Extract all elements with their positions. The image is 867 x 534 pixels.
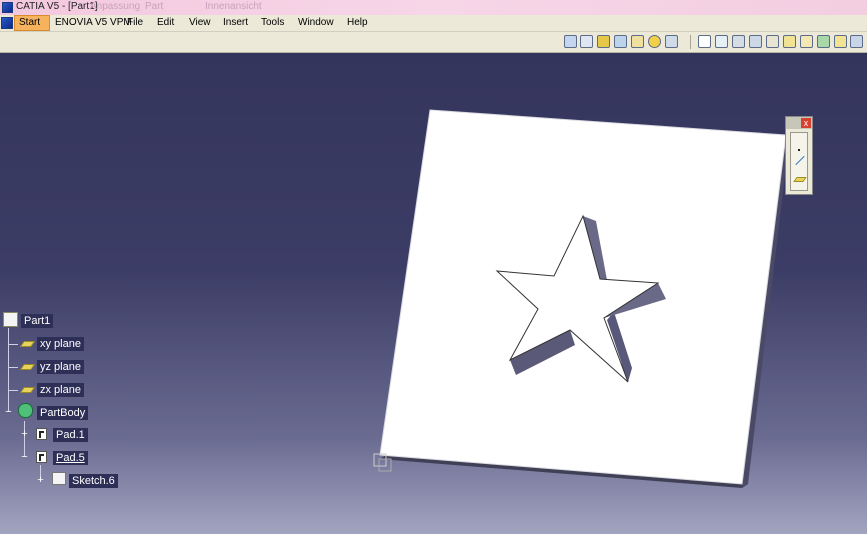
- draft-tool-icon[interactable]: [817, 35, 830, 48]
- shaft-tool-icon[interactable]: [749, 35, 762, 48]
- point-tool-icon[interactable]: [798, 149, 800, 151]
- cube-icon[interactable]: [597, 35, 610, 48]
- tree-sketch6[interactable]: Sketch.6: [69, 474, 118, 488]
- tree-partbody[interactable]: PartBody: [37, 406, 89, 420]
- 3d-viewport[interactable]: Part1 xy plane yz plane zx plane − PartB…: [0, 53, 867, 534]
- collapse-pad5-icon[interactable]: −: [20, 452, 29, 463]
- menu-start[interactable]: Start: [14, 15, 50, 31]
- ghost-title-text-1: Anpassung: [90, 1, 141, 12]
- tree-xy-plane[interactable]: xy plane: [37, 337, 84, 351]
- ghost-title-text-3: Innenansicht: [205, 1, 262, 12]
- menu-tools[interactable]: Tools: [261, 17, 284, 28]
- pan-icon[interactable]: [631, 35, 644, 48]
- view-icon[interactable]: [564, 35, 577, 48]
- tree-pad5[interactable]: Pad.5: [53, 451, 88, 465]
- menu-insert[interactable]: Insert: [223, 17, 248, 28]
- line-tool-icon[interactable]: [795, 155, 805, 166]
- floating-tool-palette[interactable]: x: [785, 116, 813, 195]
- tree-line-zx: [9, 390, 18, 391]
- plane-tool-icon[interactable]: [793, 177, 807, 182]
- catia-app-icon[interactable]: [2, 2, 13, 13]
- menu-bar: Start ENOVIA V5 VPM File Edit View Inser…: [0, 15, 867, 32]
- palette-close-icon[interactable]: x: [801, 118, 811, 128]
- tree-pad1[interactable]: Pad.1: [53, 428, 88, 442]
- menu-view[interactable]: View: [189, 17, 211, 28]
- collapse-partbody-icon[interactable]: −: [4, 407, 13, 418]
- toolbar: [0, 32, 867, 53]
- compass-icon[interactable]: [648, 35, 661, 48]
- tree-yz-plane[interactable]: yz plane: [37, 360, 84, 374]
- partbody-gear-icon[interactable]: [18, 403, 33, 418]
- hole-tool-icon[interactable]: [766, 35, 779, 48]
- ghost-title-text-2: Part: [145, 1, 164, 12]
- box-icon[interactable]: [580, 35, 593, 48]
- menu-start-label: Start: [19, 17, 41, 28]
- menu-edit[interactable]: Edit: [157, 17, 174, 28]
- tree-part1[interactable]: Part1: [21, 314, 54, 328]
- palette-body: [790, 132, 808, 191]
- tree-line-yz: [9, 367, 18, 368]
- expand-sketch6-icon[interactable]: +: [36, 475, 45, 486]
- pad-tool-icon[interactable]: [715, 35, 728, 48]
- menu-file[interactable]: File: [127, 17, 143, 28]
- thread-tool-icon[interactable]: [850, 35, 863, 48]
- chamfer-tool-icon[interactable]: [800, 35, 813, 48]
- pocket-tool-icon[interactable]: [732, 35, 745, 48]
- rotate-icon[interactable]: [614, 35, 627, 48]
- zoom-icon[interactable]: [665, 35, 678, 48]
- part-icon[interactable]: [3, 312, 18, 327]
- menu-window[interactable]: Window: [298, 17, 334, 28]
- menu-help[interactable]: Help: [347, 17, 368, 28]
- tree-zx-plane[interactable]: zx plane: [37, 383, 84, 397]
- pad1-icon[interactable]: [36, 428, 47, 440]
- pad5-icon[interactable]: [36, 451, 47, 463]
- tree-line-xy: [9, 344, 18, 345]
- fillet-tool-icon[interactable]: [783, 35, 796, 48]
- sketch-tool-icon[interactable]: [698, 35, 711, 48]
- sketch6-icon[interactable]: [52, 472, 66, 485]
- expand-pad1-icon[interactable]: +: [20, 429, 29, 440]
- menu-enovia[interactable]: ENOVIA V5 VPM: [55, 17, 132, 28]
- window-title: CATIA V5 - [Part1]: [16, 1, 98, 12]
- shell-tool-icon[interactable]: [834, 35, 847, 48]
- part-geometry[interactable]: [0, 53, 867, 534]
- window-titlebar: CATIA V5 - [Part1] Anpassung Part Innena…: [0, 0, 867, 15]
- start-menu-icon[interactable]: [1, 17, 13, 29]
- tree-line-trunk: [8, 328, 9, 412]
- toolbar-separator: [690, 35, 691, 49]
